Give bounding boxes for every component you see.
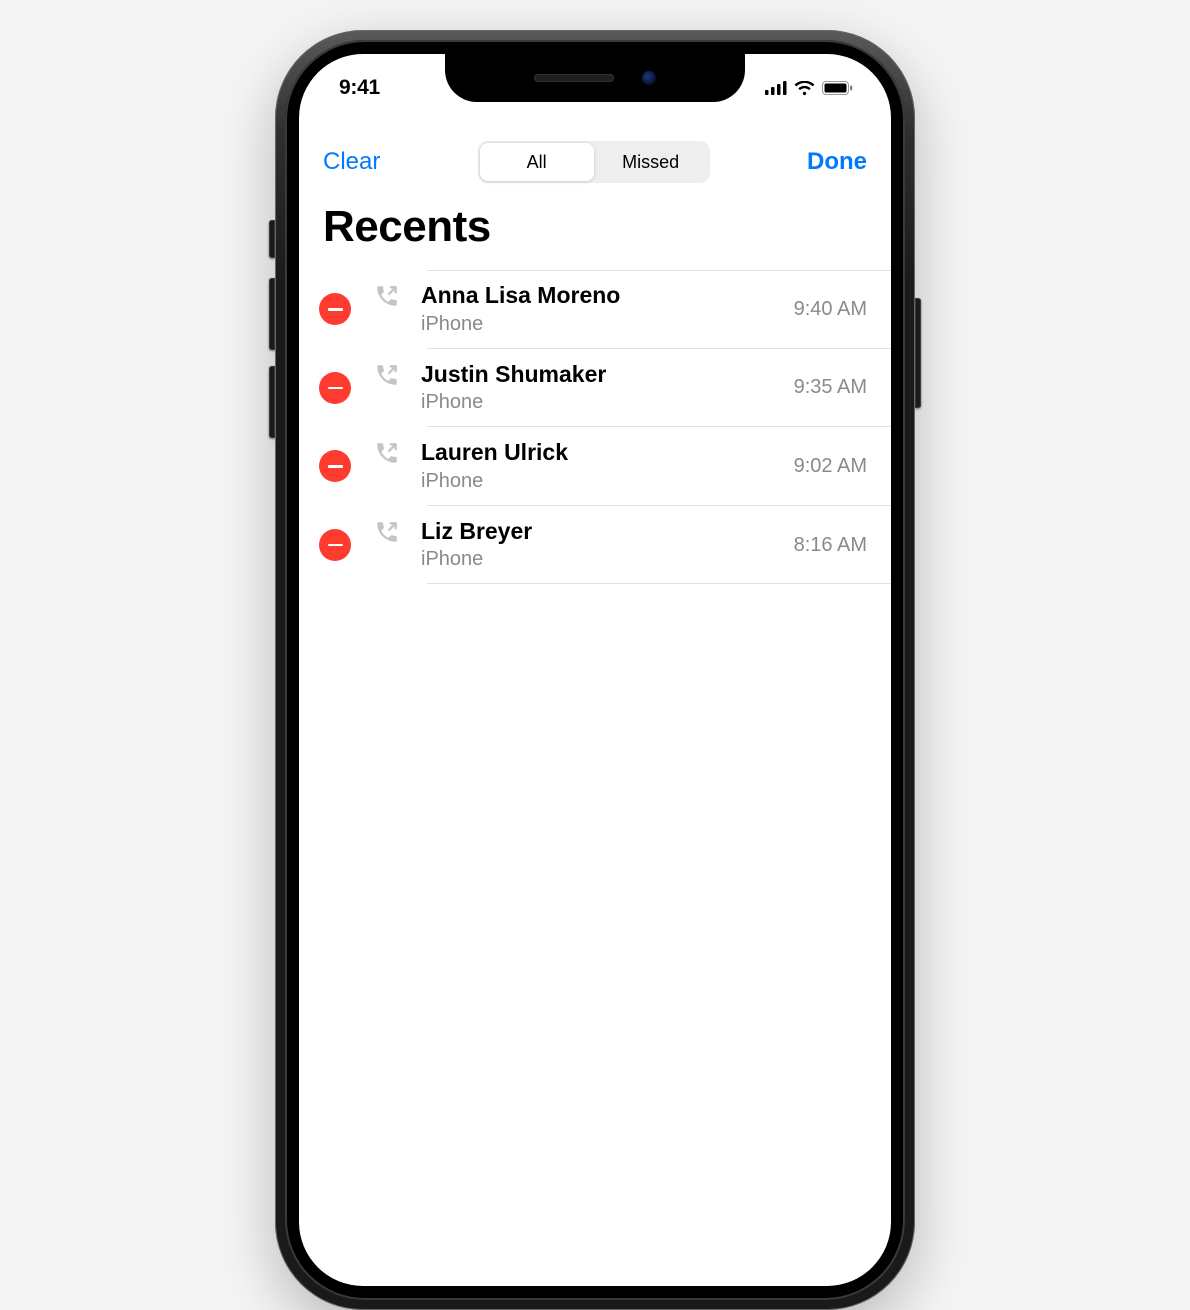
call-name: Anna Lisa Moreno	[421, 282, 784, 310]
wifi-icon	[794, 81, 815, 96]
call-subtitle: iPhone	[421, 546, 784, 572]
call-time: 8:16 AM	[794, 534, 867, 557]
call-subtitle: iPhone	[421, 311, 784, 337]
call-name: Justin Shumaker	[421, 361, 784, 389]
call-subtitle: iPhone	[421, 468, 784, 494]
tab-missed[interactable]: Missed	[594, 143, 708, 181]
minus-icon	[328, 465, 343, 468]
outgoing-call-icon	[367, 440, 407, 466]
page-title: Recents	[323, 202, 491, 252]
delete-button[interactable]	[319, 372, 351, 404]
status-icons	[765, 81, 853, 96]
call-time: 9:40 AM	[794, 298, 867, 321]
call-row[interactable]: Anna Lisa MorenoiPhone 9:40 AM	[299, 270, 891, 349]
call-time: 9:02 AM	[794, 455, 867, 478]
delete-button[interactable]	[319, 450, 351, 482]
call-row[interactable]: Liz BreyeriPhone 8:16 AM	[299, 506, 891, 585]
call-subtitle: iPhone	[421, 389, 784, 415]
recents-list[interactable]: Anna Lisa MorenoiPhone9:40 AMJustin Shum…	[299, 270, 891, 584]
call-row[interactable]: Lauren UlrickiPhone 9:02 AM	[299, 427, 891, 506]
battery-icon	[822, 81, 853, 95]
outgoing-call-icon	[367, 362, 407, 388]
call-info: Anna Lisa MorenoiPhone	[421, 282, 784, 337]
call-row[interactable]: Justin ShumakeriPhone 9:35 AM	[299, 349, 891, 428]
tab-all[interactable]: All	[480, 143, 594, 181]
notch	[445, 54, 745, 102]
phone-frame: 9:41	[275, 30, 915, 1310]
speaker-grille	[534, 74, 614, 82]
cellular-signal-icon	[765, 81, 787, 95]
call-info: Justin ShumakeriPhone	[421, 361, 784, 416]
segmented-control[interactable]: All Missed	[478, 141, 710, 183]
call-name: Lauren Ulrick	[421, 439, 784, 467]
power-button	[915, 298, 921, 408]
done-button[interactable]: Done	[807, 148, 867, 176]
nav-bar: Clear All Missed Done	[299, 132, 891, 192]
clear-button[interactable]: Clear	[323, 148, 380, 176]
delete-button[interactable]	[319, 529, 351, 561]
minus-icon	[328, 387, 343, 390]
call-info: Lauren UlrickiPhone	[421, 439, 784, 494]
minus-icon	[328, 308, 343, 311]
outgoing-call-icon	[367, 519, 407, 545]
front-camera	[642, 71, 656, 85]
call-info: Liz BreyeriPhone	[421, 518, 784, 573]
status-time: 9:41	[339, 76, 380, 100]
minus-icon	[328, 544, 343, 547]
call-time: 9:35 AM	[794, 376, 867, 399]
outgoing-call-icon	[367, 283, 407, 309]
call-name: Liz Breyer	[421, 518, 784, 546]
delete-button[interactable]	[319, 293, 351, 325]
screen: 9:41	[299, 54, 891, 1286]
